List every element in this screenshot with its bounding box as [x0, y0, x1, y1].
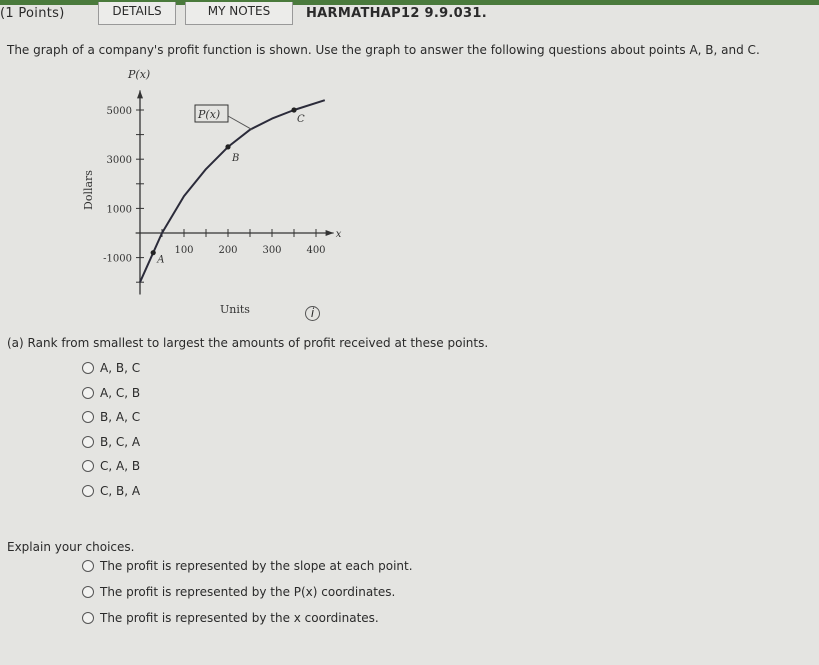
y-tick-label: -1000 — [103, 254, 132, 265]
prompt-text: The graph of a company's profit function… — [7, 43, 760, 57]
rank-option[interactable]: C, A, B — [82, 459, 140, 473]
x-tick-label: 100 — [174, 245, 193, 256]
option-label: B, C, A — [100, 434, 141, 449]
rank-option[interactable]: A, C, B — [82, 386, 140, 400]
problem-id: HARMATHAP12 9.9.031. — [306, 6, 487, 21]
rank-option[interactable]: B, C, A — [82, 435, 140, 449]
radio-button[interactable] — [82, 411, 94, 423]
option-label: The profit is represented by the x coord… — [100, 611, 379, 625]
explain-label: Explain your choices. — [7, 540, 135, 554]
radio-button[interactable] — [82, 586, 94, 598]
option-label: The profit is represented by the slope a… — [100, 559, 413, 573]
x-axis-title: x — [336, 229, 342, 240]
x-axis-arrow — [325, 230, 334, 236]
explain-option[interactable]: The profit is represented by the slope a… — [82, 559, 413, 573]
y-axis-title: P(x) — [127, 68, 150, 81]
rank-option[interactable]: C, B, A — [82, 484, 140, 498]
radio-button[interactable] — [82, 362, 94, 374]
point-label: A — [156, 255, 164, 266]
rank-option[interactable]: B, A, C — [82, 410, 140, 424]
point-C — [291, 107, 297, 113]
part-a-question: (a) Rank from smallest to largest the am… — [7, 336, 489, 350]
y-tick-label: 1000 — [107, 204, 132, 215]
explain-option[interactable]: The profit is represented by the P(x) co… — [82, 585, 395, 599]
y-tick-label: 5000 — [107, 106, 132, 117]
x-tick-label: 300 — [262, 245, 281, 256]
option-label: C, A, B — [100, 459, 141, 473]
radio-button[interactable] — [82, 612, 94, 624]
curve-label: P(x) — [197, 108, 220, 121]
option-label: C, B, A — [100, 483, 141, 498]
y-axis-arrow — [137, 90, 143, 99]
radio-button[interactable] — [82, 460, 94, 472]
details-button[interactable]: DETAILS — [98, 2, 176, 25]
x-tick-label: 200 — [218, 245, 237, 256]
radio-button[interactable] — [82, 484, 94, 497]
profit-chart: 100 200 300 400 5000 3000 1000 -1000 P(x) x Units D… — [82, 68, 342, 316]
point-B — [225, 144, 231, 150]
y-tick-label: 3000 — [107, 155, 132, 166]
radio-button[interactable] — [82, 386, 94, 399]
x-tick-label: 400 — [306, 245, 325, 256]
x-axis-label: Units — [220, 303, 250, 316]
point-label: B — [231, 153, 239, 164]
y-axis-label: Dollars — [82, 170, 95, 210]
radio-button[interactable] — [82, 560, 94, 572]
option-label: A, C, B — [100, 385, 141, 400]
option-label: The profit is represented by the P(x) co… — [100, 585, 396, 599]
option-label: B, A, C — [100, 410, 141, 424]
option-label: A, B, C — [100, 361, 141, 375]
radio-button[interactable] — [82, 435, 94, 448]
point-A — [150, 250, 156, 256]
points-label: (1 Points) — [0, 6, 65, 21]
explain-option[interactable]: The profit is represented by the x coord… — [82, 611, 379, 625]
info-icon[interactable]: i — [305, 306, 320, 321]
my-notes-button[interactable]: MY NOTES — [185, 2, 293, 25]
curve-label-leader — [227, 115, 253, 131]
rank-option[interactable]: A, B, C — [82, 361, 140, 375]
point-label: C — [297, 114, 305, 125]
